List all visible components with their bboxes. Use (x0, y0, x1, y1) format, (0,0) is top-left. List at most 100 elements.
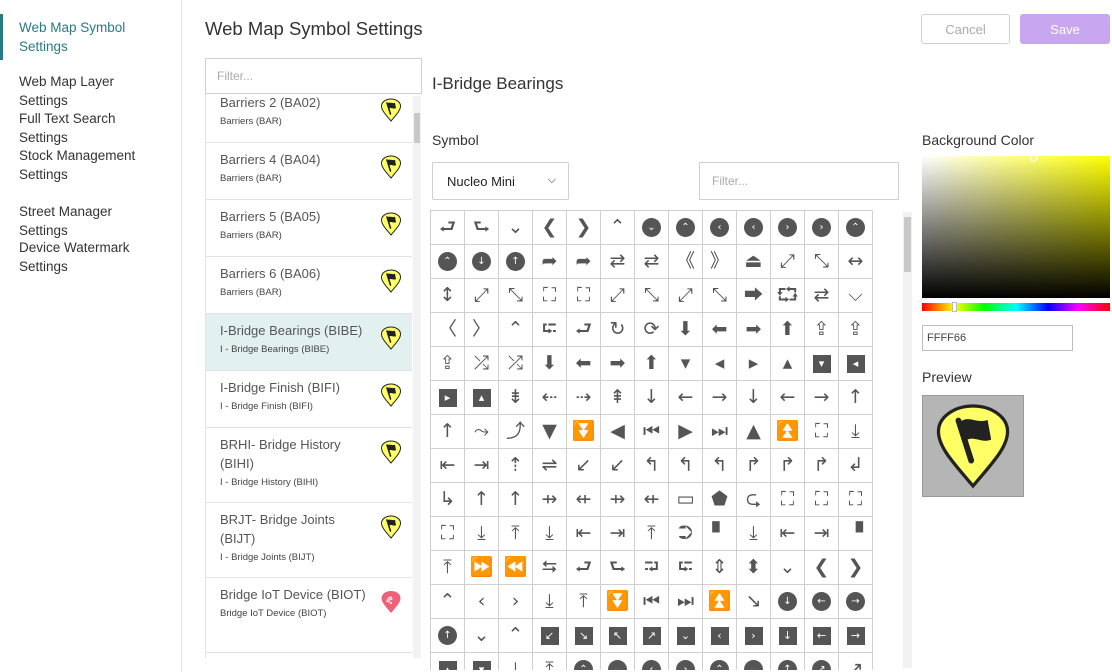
nav-item-street-manager-settings[interactable]: Street Manager Settings (0, 202, 172, 240)
icon-grid-cell[interactable]: ⤴ (499, 415, 533, 449)
symbol-list-item[interactable]: BRJT- Bridge Joints (BIJT) I - Bridge Joi… (206, 503, 412, 578)
icon-grid-cell[interactable]: ⤮ (499, 347, 533, 381)
icon-grid-cell[interactable]: ⌄ (737, 653, 771, 670)
icon-grid-cell[interactable]: ⬆ (635, 347, 669, 381)
color-saturation-picker[interactable] (922, 156, 1110, 298)
icon-grid-cell[interactable]: ↓ (771, 585, 805, 619)
icon-grid-cell[interactable]: ⏩ (465, 551, 499, 585)
icon-grid-cell[interactable]: ⇟ (499, 381, 533, 415)
cancel-button[interactable]: Cancel (921, 14, 1010, 44)
icon-grid-cell[interactable]: ⮐ (567, 313, 601, 347)
icon-grid-cell[interactable]: ⮔ (771, 279, 805, 313)
symbol-list-item[interactable]: I-Bridge Bearings (BIBE) I - Bridge Beari… (206, 314, 412, 371)
icon-grid-cell[interactable]: › (771, 211, 805, 245)
icon-grid-cell[interactable]: ⌄ (499, 211, 533, 245)
icon-grid-cell[interactable]: ↑ (499, 483, 533, 517)
symbol-list-filter-input[interactable] (205, 58, 422, 94)
icon-grid-cell[interactable]: ⛶ (805, 415, 839, 449)
icon-grid-cell[interactable]: ⤒ (499, 517, 533, 551)
icon-grid-cell[interactable]: ⌄ (669, 619, 703, 653)
icon-grid-cell[interactable]: ⮑ (601, 551, 635, 585)
icon-grid-cell[interactable]: ↗ (635, 619, 669, 653)
icon-grid-cell[interactable]: ⌃ (499, 619, 533, 653)
icon-grid-cell[interactable]: ⌃ (839, 211, 873, 245)
icon-grid-cell[interactable]: ⤓ (465, 517, 499, 551)
icon-grid-cell[interactable]: ⇕ (703, 551, 737, 585)
icon-grid-cell[interactable]: ⬅ (567, 347, 601, 381)
icon-grid-cell[interactable]: ➦ (533, 245, 567, 279)
symbol-list-item[interactable]: Barriers 6 (BA06) Barriers (BAR) (206, 257, 412, 314)
icon-grid-cell[interactable]: ⇸ (601, 483, 635, 517)
icon-grid-cell[interactable]: ↰ (669, 449, 703, 483)
icon-grid-cell[interactable]: ← (771, 381, 805, 415)
icon-grid-cell[interactable]: ⮊ (669, 517, 703, 551)
icon-grid-cell[interactable]: ⤒ (431, 551, 465, 585)
nav-item-full-text-search-settings[interactable]: Full Text Search Settings (0, 109, 172, 147)
icon-grid-cell[interactable]: ↻ (601, 313, 635, 347)
hex-color-input[interactable] (922, 325, 1073, 351)
icon-grid-cell[interactable]: ❯ (839, 551, 873, 585)
icon-grid-cell[interactable]: ↑ (771, 653, 805, 670)
icon-grid-cell[interactable]: ⮒ (635, 551, 669, 585)
icon-grid-cell[interactable]: › (499, 585, 533, 619)
icon-grid-cell[interactable]: ↲ (839, 449, 873, 483)
icon-grid-cell[interactable]: ⤒ (635, 517, 669, 551)
icon-grid-cell[interactable]: ⇠ (533, 381, 567, 415)
icon-grid-cell[interactable]: ↗ (805, 653, 839, 670)
icon-grid-cell[interactable]: ↓ (737, 381, 771, 415)
icon-grid-cell[interactable]: ⌃ (601, 211, 635, 245)
icon-grid-cell[interactable]: ↱ (805, 449, 839, 483)
icon-grid-cell[interactable]: ⌄ (635, 211, 669, 245)
icon-grid-cell[interactable]: ↙ (601, 449, 635, 483)
icon-grid-cell[interactable]: ⇷ (567, 483, 601, 517)
icon-grid-cell[interactable]: ⤡ (635, 279, 669, 313)
icon-grid-cell[interactable]: ↑ (465, 483, 499, 517)
icon-grid-cell[interactable]: ⛶ (533, 279, 567, 313)
icon-grid-cell[interactable]: ↗ (839, 653, 873, 670)
icon-grid-cell[interactable]: ⬟ (703, 483, 737, 517)
icon-grid-cell[interactable]: ⮐ (431, 211, 465, 245)
icon-grid-cell[interactable]: ⌄ (601, 653, 635, 670)
icon-grid-cell[interactable]: ❮ (805, 551, 839, 585)
nav-item-stock-management-settings[interactable]: Stock Management Settings (0, 146, 172, 184)
icon-grid-cell[interactable]: ⤒ (533, 653, 567, 670)
icon-grid-cell[interactable]: ↑ (431, 415, 465, 449)
icon-grid-cell[interactable]: ‹ (737, 211, 771, 245)
icon-grid-cell[interactable]: ⛶ (839, 483, 873, 517)
icon-grid-cell[interactable]: ⬅ (703, 313, 737, 347)
save-button[interactable]: Save (1020, 14, 1110, 44)
hue-slider[interactable] (922, 303, 1110, 311)
icon-grid-cell[interactable]: ⏭ (703, 415, 737, 449)
icon-grid-cell[interactable]: ↳ (431, 483, 465, 517)
icon-grid-cell[interactable]: ⬇ (669, 313, 703, 347)
icon-grid-cell[interactable]: ↓ (465, 245, 499, 279)
icon-grid-cell[interactable]: ↔ (839, 245, 873, 279)
icon-grid-cell[interactable]: ⇷ (635, 483, 669, 517)
icon-grid-cell[interactable]: ⮀ (533, 551, 567, 585)
icon-grid-cell[interactable]: ⤡ (805, 245, 839, 279)
icon-filter-input[interactable] (699, 162, 899, 200)
icon-grid-cell[interactable]: ⌃ (669, 211, 703, 245)
icon-grid-cell[interactable]: ⮎ (737, 483, 771, 517)
icon-grid-cell[interactable]: › (805, 211, 839, 245)
icon-grid-cell[interactable]: ⌃ (499, 313, 533, 347)
icon-grid-cell[interactable]: ← (669, 381, 703, 415)
icon-grid-cell[interactable]: ← (805, 585, 839, 619)
icon-grid-scroll-thumb[interactable] (904, 217, 911, 272)
icon-grid-cell[interactable]: ➡ (737, 313, 771, 347)
icon-grid-cell[interactable]: ⤡ (499, 279, 533, 313)
icon-grid-cell[interactable]: ⤡ (703, 279, 737, 313)
icon-grid-cell[interactable]: ⤓ (839, 415, 873, 449)
icon-grid-cell[interactable]: ▲ (737, 415, 771, 449)
icon-grid-cell[interactable]: ⌵ (839, 279, 873, 313)
icon-grid-cell[interactable]: ⮕ (737, 279, 771, 313)
icon-grid-cell[interactable]: ⇞ (601, 381, 635, 415)
icon-grid-cell[interactable]: ‹ (635, 653, 669, 670)
icon-grid-cell[interactable]: ◂ (839, 347, 873, 381)
icon-grid-cell[interactable]: ▸ (431, 381, 465, 415)
icon-grid-cell[interactable]: ⤢ (465, 279, 499, 313)
icon-grid-cell[interactable]: ⇪ (805, 313, 839, 347)
icon-grid-cell[interactable]: ▝ (839, 517, 873, 551)
icon-grid-cell[interactable]: ↑ (499, 245, 533, 279)
icon-grid-cell[interactable]: ⛶ (431, 517, 465, 551)
